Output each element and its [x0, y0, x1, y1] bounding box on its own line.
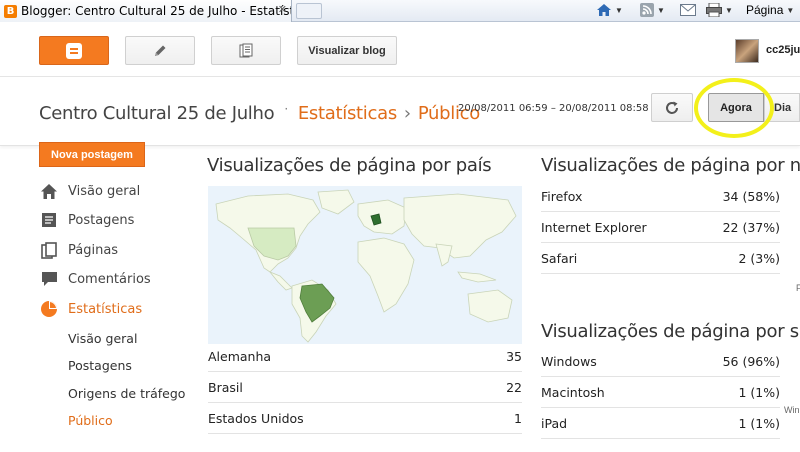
chevron-down-icon[interactable]: ▼: [657, 6, 665, 15]
table-row[interactable]: Brasil 22: [208, 372, 522, 403]
table-row[interactable]: Firefox 34 (58%): [541, 181, 780, 212]
os-title: Visualizações de página por siste: [541, 321, 800, 342]
os-value: 1 (1%): [738, 416, 780, 431]
tab-title: Blogger: Centro Cultural 25 de Julho - E…: [21, 4, 291, 18]
breadcrumb: Centro Cultural 25 de Julho · Estatísticas…: [39, 102, 480, 124]
table-row[interactable]: Macintosh 1 (1%): [541, 377, 780, 408]
os-name: iPad: [541, 416, 568, 431]
posts-icon: [40, 211, 58, 229]
new-tab-button[interactable]: [296, 3, 322, 19]
country-value: 1: [514, 411, 522, 426]
chevron-down-icon[interactable]: ▼: [725, 6, 733, 15]
new-post-button[interactable]: [125, 36, 195, 65]
view-blog-button[interactable]: Visualizar blog: [297, 36, 397, 65]
rss-feed-icon[interactable]: ▼: [640, 2, 665, 18]
stats-sub-posts[interactable]: Postagens: [68, 358, 132, 373]
os-value: 1 (1%): [738, 385, 780, 400]
os-value: 56 (96%): [722, 354, 780, 369]
browser-value: 2 (3%): [738, 251, 780, 266]
country-name: Estados Unidos: [208, 411, 304, 426]
refresh-icon: [666, 101, 678, 114]
blogger-favicon-icon: B: [4, 4, 17, 18]
map-greenland: [317, 189, 355, 215]
blog-name[interactable]: Centro Cultural 25 de Julho: [39, 103, 275, 124]
date-range: 20/08/2011 06:59 – 20/08/2011 08:58: [458, 103, 649, 114]
breadcrumb-separator: ›: [403, 103, 411, 124]
breadcrumb-stats[interactable]: Estatísticas: [298, 103, 397, 124]
map-europe: [357, 199, 407, 235]
table-row[interactable]: Windows 56 (96%): [541, 346, 780, 377]
sidebar-item-pages[interactable]: Páginas: [40, 241, 118, 259]
browser-name: Internet Explorer: [541, 220, 647, 235]
refresh-button[interactable]: [651, 93, 693, 122]
pages-icon: [40, 241, 58, 259]
chevron-down-icon[interactable]: ▼: [615, 6, 623, 15]
sidebar-item-comments[interactable]: Comentários: [40, 270, 151, 288]
sidebar-item-label: Estatísticas: [68, 301, 143, 317]
avatar[interactable]: [735, 39, 759, 63]
chevron-down-icon: ▼: [786, 5, 795, 15]
sidebar-item-stats[interactable]: Estatísticas: [40, 300, 142, 318]
username[interactable]: cc25ju: [766, 44, 800, 56]
table-row[interactable]: Estados Unidos 1: [208, 403, 522, 434]
map-central-america: [268, 271, 293, 291]
blogger-logo-icon: [66, 42, 82, 59]
table-row[interactable]: Alemanha 35: [208, 341, 522, 372]
stats-sub-traffic-sources[interactable]: Origens de tráfego: [68, 386, 185, 401]
home-icon[interactable]: ▼: [596, 2, 623, 18]
browser-name: Firefox: [541, 189, 583, 204]
pencil-icon: [155, 45, 166, 56]
map-usa: [247, 227, 297, 261]
browser-value: 34 (58%): [722, 189, 780, 204]
comments-icon: [40, 270, 58, 288]
table-row[interactable]: Internet Explorer 22 (37%): [541, 212, 780, 243]
world-map[interactable]: [208, 186, 522, 344]
sidebar-item-label: Postagens: [68, 212, 135, 228]
breadcrumb-dot: ·: [284, 102, 288, 116]
os-name: Macintosh: [541, 385, 605, 400]
mail-icon[interactable]: [680, 2, 696, 18]
sidebar-item-label: Páginas: [68, 242, 119, 258]
browser-name: Safari: [541, 251, 578, 266]
stats-sub-overview[interactable]: Visão geral: [68, 331, 137, 346]
map-africa: [357, 237, 415, 313]
close-tab-icon[interactable]: ✕: [278, 3, 287, 16]
country-value: 35: [506, 349, 522, 364]
stats-sub-audience[interactable]: Público: [68, 413, 113, 428]
table-row[interactable]: Safari 2 (3%): [541, 243, 780, 274]
pages-icon: [239, 43, 253, 57]
blogger-home-button[interactable]: [39, 36, 109, 65]
sidebar-item-overview[interactable]: Visão geral: [40, 182, 140, 200]
browser-tab[interactable]: B Blogger: Centro Cultural 25 de Julho -…: [0, 0, 292, 22]
new-post-button-sidebar[interactable]: Nova postagem: [39, 142, 145, 167]
countries-title: Visualizações de página por país: [207, 155, 492, 176]
print-icon[interactable]: ▼: [706, 2, 733, 18]
pages-button[interactable]: [211, 36, 281, 65]
map-indonesia: [457, 271, 497, 283]
os-name: Windows: [541, 354, 597, 369]
browser-chart-edge-label: F: [796, 283, 800, 293]
highlight-circle: [694, 78, 774, 138]
sidebar-item-label: Visão geral: [68, 183, 141, 199]
page-menu[interactable]: Página ▼: [746, 2, 794, 18]
browser-value: 22 (37%): [722, 220, 780, 235]
home-icon: [40, 182, 58, 200]
sidebar-item-label: Comentários: [68, 271, 151, 287]
blogger-header: Visualizar blog cc25ju: [0, 22, 800, 77]
table-row[interactable]: iPad 1 (1%): [541, 408, 780, 439]
pie-chart-icon: [40, 300, 58, 318]
browser-tab-bar: B Blogger: Centro Cultural 25 de Julho -…: [0, 0, 800, 22]
map-asia: [403, 193, 517, 259]
browsers-title: Visualizações de página por nav: [541, 155, 800, 176]
os-chart-edge-label: Win: [784, 405, 800, 415]
sidebar-item-posts[interactable]: Postagens: [40, 211, 134, 229]
country-name: Alemanha: [208, 349, 272, 364]
map-india: [435, 243, 453, 267]
country-name: Brasil: [208, 380, 243, 395]
country-value: 22: [506, 380, 522, 395]
map-australia: [467, 289, 513, 323]
page-menu-label: Página: [746, 3, 784, 17]
